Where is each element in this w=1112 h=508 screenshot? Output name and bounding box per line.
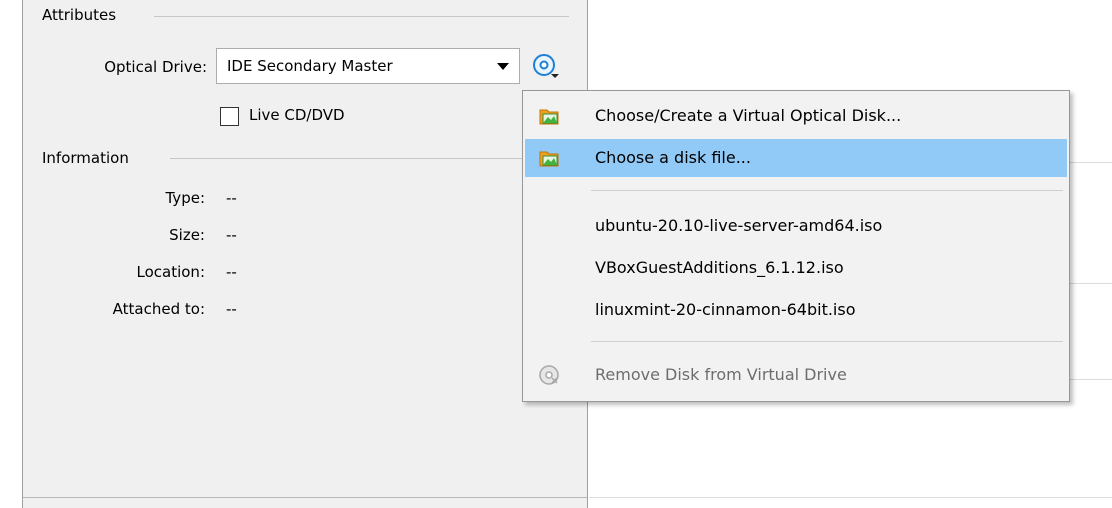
menu-item-label: Remove Disk from Virtual Drive — [595, 365, 847, 384]
optical-disc-icon — [533, 54, 559, 78]
info-location-label: Location: — [136, 263, 206, 281]
info-size-value: -- — [226, 226, 237, 244]
menu-item-recent-iso[interactable]: ubuntu-20.10-live-server-amd64.iso — [525, 207, 1067, 245]
right-divider-line — [589, 497, 1112, 498]
live-cd-label[interactable]: Live CD/DVD — [249, 106, 345, 124]
info-size-label: Size: — [169, 226, 205, 244]
menu-item-recent-iso[interactable]: linuxmint-20-cinnamon-64bit.iso — [525, 291, 1067, 329]
optical-drive-label-text: Optical Drive: — [104, 58, 207, 76]
optical-drive-select-value: IDE Secondary Master — [227, 57, 393, 75]
info-attached-to-value: -- — [226, 300, 237, 318]
optical-drive-label: Optical Drive: — [43, 58, 207, 76]
info-type-label: Type: — [165, 189, 205, 207]
panel-bottom-divider — [23, 497, 587, 498]
menu-item-label: Choose/Create a Virtual Optical Disk... — [595, 106, 902, 125]
info-attached-to-label: Attached to: — [112, 300, 205, 318]
attributes-group-rule — [154, 16, 569, 17]
remove-disc-icon — [539, 365, 559, 385]
live-cd-checkbox[interactable] — [220, 107, 239, 126]
information-group-title: Information — [42, 149, 129, 167]
menu-separator — [591, 190, 1063, 191]
storage-attributes-panel: Attributes Optical Drive: IDE Secondary … — [22, 0, 588, 508]
menu-item-label: VBoxGuestAdditions_6.1.12.iso — [595, 258, 844, 277]
menu-item-label: linuxmint-20-cinnamon-64bit.iso — [595, 300, 856, 319]
menu-separator — [591, 341, 1063, 342]
menu-item-recent-iso[interactable]: VBoxGuestAdditions_6.1.12.iso — [525, 249, 1067, 287]
attributes-group-title: Attributes — [42, 6, 117, 24]
info-type-value: -- — [226, 189, 237, 207]
optical-disk-context-menu: Choose/Create a Virtual Optical Disk... … — [522, 90, 1070, 402]
menu-item-label: Choose a disk file... — [595, 148, 751, 167]
folder-image-icon — [539, 109, 559, 125]
folder-image-icon — [539, 151, 559, 167]
choose-disk-menu-button[interactable] — [527, 49, 565, 83]
menu-item-choose-disk-file[interactable]: Choose a disk file... — [525, 139, 1067, 177]
information-group-rule — [170, 158, 524, 159]
menu-item-choose-create-disk[interactable]: Choose/Create a Virtual Optical Disk... — [525, 97, 1067, 135]
info-location-value: -- — [226, 263, 237, 281]
menu-item-label: ubuntu-20.10-live-server-amd64.iso — [595, 216, 883, 235]
chevron-down-icon — [497, 63, 509, 70]
menu-item-remove-disk: Remove Disk from Virtual Drive — [525, 356, 1067, 394]
optical-drive-select[interactable]: IDE Secondary Master — [216, 48, 520, 84]
